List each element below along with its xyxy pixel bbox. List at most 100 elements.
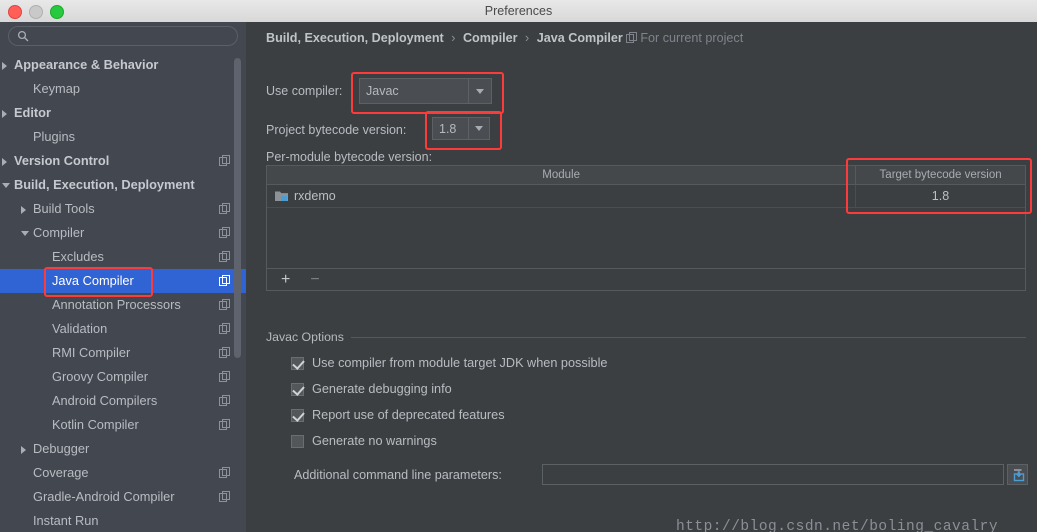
copy-settings-icon[interactable] bbox=[219, 395, 230, 406]
sidebar-item-rmi-compiler[interactable]: RMI Compiler bbox=[0, 341, 246, 365]
checkbox-generate-no-warnings[interactable]: Generate no warnings bbox=[291, 430, 437, 452]
settings-tree[interactable]: Appearance & Behavior Keymap Editor Plugins… bbox=[0, 53, 246, 532]
breadcrumb-separator-1: › bbox=[451, 31, 456, 45]
checkbox-report-deprecated-features[interactable]: Report use of deprecated features bbox=[291, 404, 505, 426]
copy-settings-icon[interactable] bbox=[219, 467, 230, 478]
breadcrumb-separator-2: › bbox=[525, 31, 530, 45]
sidebar-item-excludes[interactable]: Excludes bbox=[0, 245, 246, 269]
sidebar-item-build-tools[interactable]: Build Tools bbox=[0, 197, 246, 221]
sidebar-item-kotlin-compiler[interactable]: Kotlin Compiler bbox=[0, 413, 246, 437]
table-cell-target[interactable]: 1.8 bbox=[856, 185, 1025, 207]
sidebar-item-label: Compiler bbox=[33, 225, 85, 240]
copy-settings-icon[interactable] bbox=[219, 203, 230, 214]
sidebar-item-instant-run[interactable]: Instant Run bbox=[0, 509, 246, 532]
chevron-down-icon bbox=[475, 126, 483, 131]
copy-settings-icon[interactable] bbox=[219, 347, 230, 358]
breadcrumb: Build, Execution, Deployment › Compiler … bbox=[266, 31, 743, 45]
project-bytecode-combo[interactable]: 1.8 bbox=[432, 117, 490, 140]
sidebar-item-version-control[interactable]: Version Control bbox=[0, 149, 246, 173]
checkbox-use-compiler-from-module-jdk[interactable]: Use compiler from module target JDK when… bbox=[291, 352, 607, 374]
use-compiler-dropdown-button[interactable] bbox=[468, 79, 491, 103]
remove-module-button[interactable]: − bbox=[310, 269, 319, 291]
checkbox-label: Generate no warnings bbox=[312, 434, 437, 448]
add-module-button[interactable]: + bbox=[281, 269, 290, 291]
sidebar-item-label: Build, Execution, Deployment bbox=[14, 177, 195, 192]
sidebar-item-label: Build Tools bbox=[33, 201, 95, 216]
chevron-right-icon[interactable] bbox=[2, 62, 7, 70]
breadcrumb-part-3[interactable]: Java Compiler bbox=[537, 31, 623, 45]
sidebar-item-label: Appearance & Behavior bbox=[14, 57, 159, 72]
breadcrumb-scope: For current project bbox=[626, 31, 743, 45]
checkbox-icon[interactable] bbox=[291, 356, 304, 370]
sidebar-item-label: Editor bbox=[14, 105, 51, 120]
sidebar-item-groovy-compiler[interactable]: Groovy Compiler bbox=[0, 365, 246, 389]
search-field-wrapper[interactable] bbox=[8, 26, 238, 46]
project-bytecode-value[interactable]: 1.8 bbox=[433, 122, 468, 136]
chevron-right-icon[interactable] bbox=[21, 446, 26, 454]
copy-settings-icon[interactable] bbox=[219, 227, 230, 238]
sidebar-item-gradle-android-compiler[interactable]: Gradle-Android Compiler bbox=[0, 485, 246, 509]
chevron-right-icon[interactable] bbox=[21, 206, 26, 214]
use-compiler-combo[interactable]: Javac bbox=[359, 78, 492, 104]
copy-settings-icon[interactable] bbox=[219, 251, 230, 262]
chevron-down-icon bbox=[476, 88, 484, 94]
checkbox-label: Use compiler from module target JDK when… bbox=[312, 356, 608, 370]
column-header-target-bytecode[interactable]: Target bytecode version bbox=[856, 166, 1025, 184]
sidebar-item-annotation-processors[interactable]: Annotation Processors bbox=[0, 293, 246, 317]
sidebar-item-label: Gradle-Android Compiler bbox=[33, 489, 175, 504]
project-bytecode-dropdown-button[interactable] bbox=[468, 118, 489, 139]
table-row[interactable]: rxdemo 1.8 bbox=[267, 185, 1025, 208]
settings-sidebar: Appearance & Behavior Keymap Editor Plugins… bbox=[0, 22, 246, 532]
module-folder-icon bbox=[275, 191, 288, 201]
checkbox-icon[interactable] bbox=[291, 434, 304, 448]
sidebar-item-label: Validation bbox=[52, 321, 108, 336]
sidebar-item-label: Instant Run bbox=[33, 513, 99, 528]
sidebar-item-coverage[interactable]: Coverage bbox=[0, 461, 246, 485]
copy-settings-icon[interactable] bbox=[219, 275, 230, 286]
chevron-right-icon[interactable] bbox=[2, 110, 7, 118]
additional-params-expand-button[interactable] bbox=[1007, 464, 1028, 485]
copy-settings-icon[interactable] bbox=[219, 323, 230, 334]
copy-settings-icon[interactable] bbox=[219, 419, 230, 430]
sidebar-item-build-execution-deployment[interactable]: Build, Execution, Deployment bbox=[0, 173, 246, 197]
sidebar-item-android-compilers[interactable]: Android Compilers bbox=[0, 389, 246, 413]
sidebar-item-validation[interactable]: Validation bbox=[0, 317, 246, 341]
column-header-module[interactable]: Module bbox=[267, 166, 857, 184]
per-module-label: Per-module bytecode version: bbox=[266, 150, 433, 164]
sidebar-item-appearance-behavior[interactable]: Appearance & Behavior bbox=[0, 53, 246, 77]
sidebar-item-label: Plugins bbox=[33, 129, 75, 144]
sidebar-item-debugger[interactable]: Debugger bbox=[0, 437, 246, 461]
breadcrumb-scope-label: For current project bbox=[640, 31, 744, 45]
per-module-table[interactable]: Module Target bytecode version rxdemo 1.… bbox=[266, 165, 1026, 291]
copy-settings-icon[interactable] bbox=[219, 491, 230, 502]
search-input[interactable] bbox=[8, 26, 238, 46]
checkbox-generate-debugging-info[interactable]: Generate debugging info bbox=[291, 378, 452, 400]
search-icon bbox=[17, 30, 29, 42]
checkbox-icon[interactable] bbox=[291, 382, 304, 396]
breadcrumb-part-1[interactable]: Build, Execution, Deployment bbox=[266, 31, 444, 45]
chevron-right-icon[interactable] bbox=[2, 158, 7, 166]
checkbox-label: Report use of deprecated features bbox=[312, 408, 505, 422]
sidebar-item-plugins[interactable]: Plugins bbox=[0, 125, 246, 149]
sidebar-item-java-compiler[interactable]: Java Compiler bbox=[0, 269, 246, 293]
copy-settings-icon[interactable] bbox=[219, 299, 230, 310]
sidebar-item-label: Groovy Compiler bbox=[52, 369, 149, 384]
use-compiler-value: Javac bbox=[366, 84, 399, 98]
table-cell-module: rxdemo bbox=[267, 185, 856, 207]
additional-params-input[interactable] bbox=[542, 464, 1004, 485]
copy-settings-icon[interactable] bbox=[219, 371, 230, 382]
sidebar-item-compiler[interactable]: Compiler bbox=[0, 221, 246, 245]
sidebar-item-label: Debugger bbox=[33, 441, 90, 456]
checkbox-icon[interactable] bbox=[291, 408, 304, 422]
copy-settings-icon[interactable] bbox=[219, 155, 230, 166]
sidebar-item-keymap[interactable]: Keymap bbox=[0, 77, 246, 101]
copy-settings-icon bbox=[626, 32, 638, 43]
table-cell-module-label: rxdemo bbox=[294, 189, 336, 203]
sidebar-scrollbar[interactable] bbox=[234, 58, 241, 358]
sidebar-item-editor[interactable]: Editor bbox=[0, 101, 246, 125]
use-compiler-label: Use compiler: bbox=[266, 84, 343, 98]
breadcrumb-part-2[interactable]: Compiler bbox=[463, 31, 518, 45]
chevron-down-icon[interactable] bbox=[21, 231, 29, 236]
sidebar-item-label: Keymap bbox=[33, 81, 80, 96]
chevron-down-icon[interactable] bbox=[2, 183, 10, 188]
